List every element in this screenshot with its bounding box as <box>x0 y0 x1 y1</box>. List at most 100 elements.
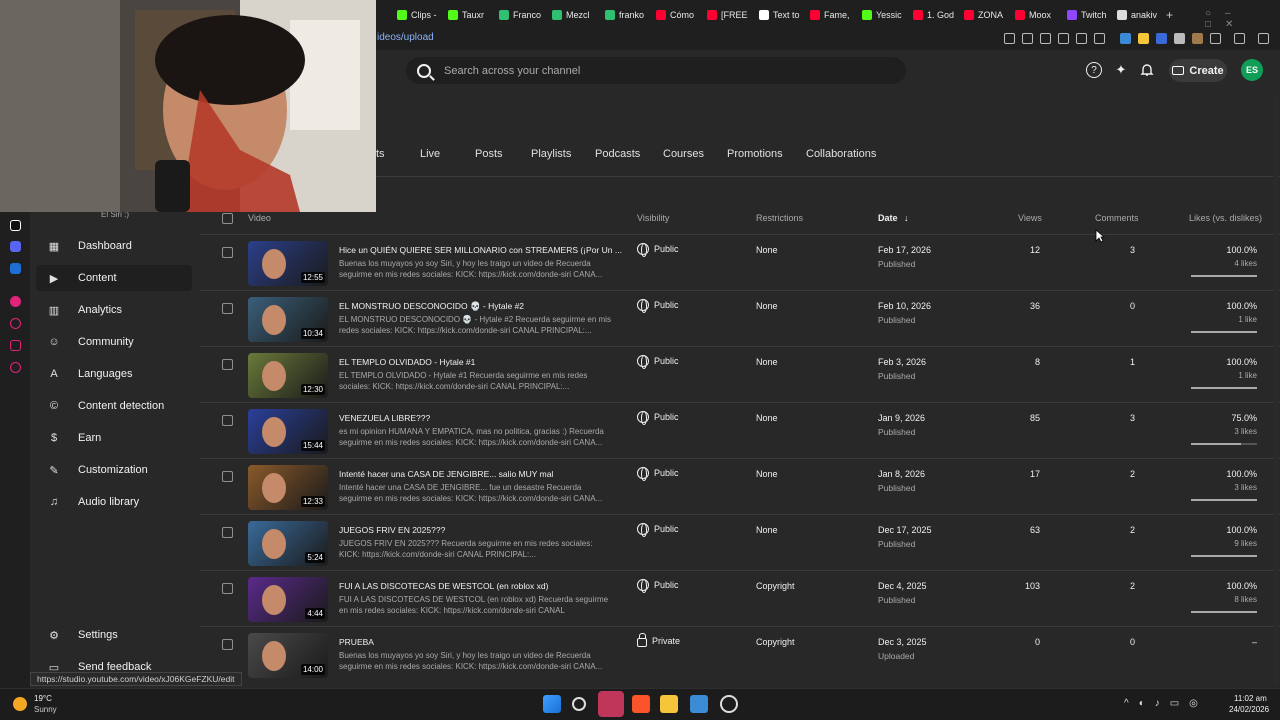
windows-start-icon[interactable] <box>543 695 561 713</box>
system-tray-icons[interactable]: ^◐♪▭◎ <box>1124 698 1208 709</box>
sparkle-icon[interactable]: ✦ <box>1113 62 1129 78</box>
video-thumbnail[interactable]: 15:44 <box>248 409 328 454</box>
content-tab[interactable]: Podcasts <box>595 148 640 160</box>
create-button[interactable]: Create <box>1169 59 1227 82</box>
brave-browser-icon[interactable] <box>632 695 650 713</box>
extension-icon[interactable] <box>1156 33 1167 44</box>
content-tab[interactable]: Collaborations <box>806 148 876 160</box>
select-all-checkbox[interactable] <box>222 213 233 224</box>
visibility-cell[interactable]: Public <box>637 411 679 425</box>
visibility-cell[interactable]: Public <box>637 523 679 537</box>
row-checkbox[interactable] <box>222 639 233 650</box>
taskbar-app-icon[interactable] <box>598 691 624 717</box>
video-title[interactable]: Intenté hacer una CASA DE JENGIBRE... sa… <box>339 469 553 479</box>
extension-icon[interactable] <box>1076 33 1087 44</box>
nav-item[interactable]: A Languages <box>36 361 192 387</box>
content-tab[interactable]: Promotions <box>727 148 783 160</box>
help-icon[interactable]: ? <box>1086 62 1102 78</box>
nav-item[interactable]: ▥ Analytics <box>36 297 192 323</box>
table-row[interactable]: 10:34 EL MONSTRUO DESCONOCIDO 💀 - Hytale … <box>200 290 1280 346</box>
extension-icon[interactable] <box>1094 33 1105 44</box>
extension-icon[interactable] <box>1138 33 1149 44</box>
extension-icon[interactable] <box>1210 33 1221 44</box>
browser-tab[interactable]: Twitch <box>1067 7 1113 23</box>
header-comments[interactable]: Comments <box>1095 213 1139 223</box>
content-tab[interactable]: Posts <box>475 148 503 160</box>
extension-icon[interactable] <box>1174 33 1185 44</box>
table-row[interactable]: 14:00 PRUEBA Buenas los muyayos yo soy Sir… <box>200 626 1280 682</box>
nav-item[interactable]: $ Earn <box>36 425 192 451</box>
nav-item[interactable]: ▶ Content <box>36 265 192 291</box>
history-icon[interactable] <box>10 340 21 351</box>
browser-tab[interactable]: Text to <box>759 7 805 23</box>
row-checkbox[interactable] <box>222 415 233 426</box>
nav-item[interactable]: ☺ Community <box>36 329 192 355</box>
app-icon[interactable] <box>10 263 21 274</box>
browser-tab[interactable]: ZONA <box>964 7 1010 23</box>
nav-item[interactable]: ✎ Customization <box>36 457 192 483</box>
row-checkbox[interactable] <box>222 247 233 258</box>
steam-icon[interactable] <box>720 695 738 713</box>
bell-icon[interactable] <box>1139 62 1155 78</box>
browser-tab[interactable]: Clips - <box>397 7 443 23</box>
content-tab[interactable]: Playlists <box>531 148 571 160</box>
video-title[interactable]: JUEGOS FRIV EN 2025??? <box>339 525 445 535</box>
visibility-cell[interactable]: Public <box>637 299 679 313</box>
extension-icon[interactable] <box>1040 33 1051 44</box>
visibility-cell[interactable]: Public <box>637 355 679 369</box>
video-title[interactable]: FUI A LAS DISCOTECAS DE WESTCOL (en robl… <box>339 581 548 591</box>
table-row[interactable]: 4:44 FUI A LAS DISCOTECAS DE WESTCOL (en … <box>200 570 1280 626</box>
discord-icon[interactable] <box>10 241 21 252</box>
file-explorer-icon[interactable] <box>660 695 678 713</box>
window-controls[interactable]: ○–□✕ <box>1205 8 1280 30</box>
visibility-cell[interactable]: Private <box>637 633 680 647</box>
video-thumbnail[interactable]: 4:44 <box>248 577 328 622</box>
video-title[interactable]: VENEZUELA LIBRE??? <box>339 413 430 423</box>
channel-search-input[interactable]: Search across your channel <box>406 57 906 84</box>
new-tab-button[interactable]: + <box>1166 8 1173 22</box>
clock-icon[interactable] <box>10 318 21 329</box>
nav-item[interactable]: © Content detection <box>36 393 192 419</box>
browser-tab[interactable]: anakiv <box>1117 7 1163 23</box>
taskbar-search-icon[interactable] <box>572 697 586 711</box>
video-thumbnail[interactable]: 14:00 <box>248 633 328 678</box>
scrollbar[interactable] <box>1273 95 1278 685</box>
table-row[interactable]: 15:44 VENEZUELA LIBRE??? es mi opinion HUM… <box>200 402 1280 458</box>
visibility-cell[interactable]: Public <box>637 243 679 257</box>
extension-icon[interactable] <box>1258 33 1269 44</box>
row-checkbox[interactable] <box>222 527 233 538</box>
video-title[interactable]: EL TEMPLO OLVIDADO - Hytale #1 <box>339 357 475 367</box>
extension-icon[interactable] <box>1022 33 1033 44</box>
row-checkbox[interactable] <box>222 359 233 370</box>
nav-settings[interactable]: ⚙ Settings <box>36 622 192 648</box>
table-row[interactable]: 12:33 Intenté hacer una CASA DE JENGIBRE.… <box>200 458 1280 514</box>
browser-tab[interactable]: Franco <box>499 7 545 23</box>
browser-tab[interactable]: Cómo <box>656 7 702 23</box>
browser-tab[interactable]: Mezcl <box>552 7 598 23</box>
extension-icon[interactable] <box>1234 33 1245 44</box>
extension-icon[interactable] <box>1004 33 1015 44</box>
video-title[interactable]: Hice un QUIÉN QUIERE SER MILLONARIO con … <box>339 245 622 255</box>
video-title[interactable]: PRUEBA <box>339 637 374 647</box>
music-icon[interactable] <box>10 296 21 307</box>
video-thumbnail[interactable]: 12:30 <box>248 353 328 398</box>
browser-tab[interactable]: Tauxr <box>448 7 494 23</box>
extension-icon[interactable] <box>1058 33 1069 44</box>
browser-tab[interactable]: [FREE <box>707 7 753 23</box>
video-title[interactable]: EL MONSTRUO DESCONOCIDO 💀 - Hytale #2 <box>339 301 524 312</box>
browser-tab[interactable]: Fame, <box>810 7 856 23</box>
header-views[interactable]: Views <box>1018 213 1042 223</box>
row-checkbox[interactable] <box>222 303 233 314</box>
browser-tab[interactable]: 1. God <box>913 7 959 23</box>
header-visibility[interactable]: Visibility <box>637 213 669 223</box>
video-thumbnail[interactable]: 12:55 <box>248 241 328 286</box>
settings-strip-icon[interactable] <box>10 362 21 373</box>
store-icon[interactable] <box>690 695 708 713</box>
url-text[interactable]: ideos/upload <box>377 32 434 43</box>
video-thumbnail[interactable]: 5:24 <box>248 521 328 566</box>
browser-tab[interactable]: Moox <box>1015 7 1061 23</box>
nav-item[interactable]: ♫ Audio library <box>36 489 192 515</box>
row-checkbox[interactable] <box>222 471 233 482</box>
content-tab[interactable]: Live <box>420 148 440 160</box>
weather-sun-icon[interactable] <box>13 697 27 711</box>
